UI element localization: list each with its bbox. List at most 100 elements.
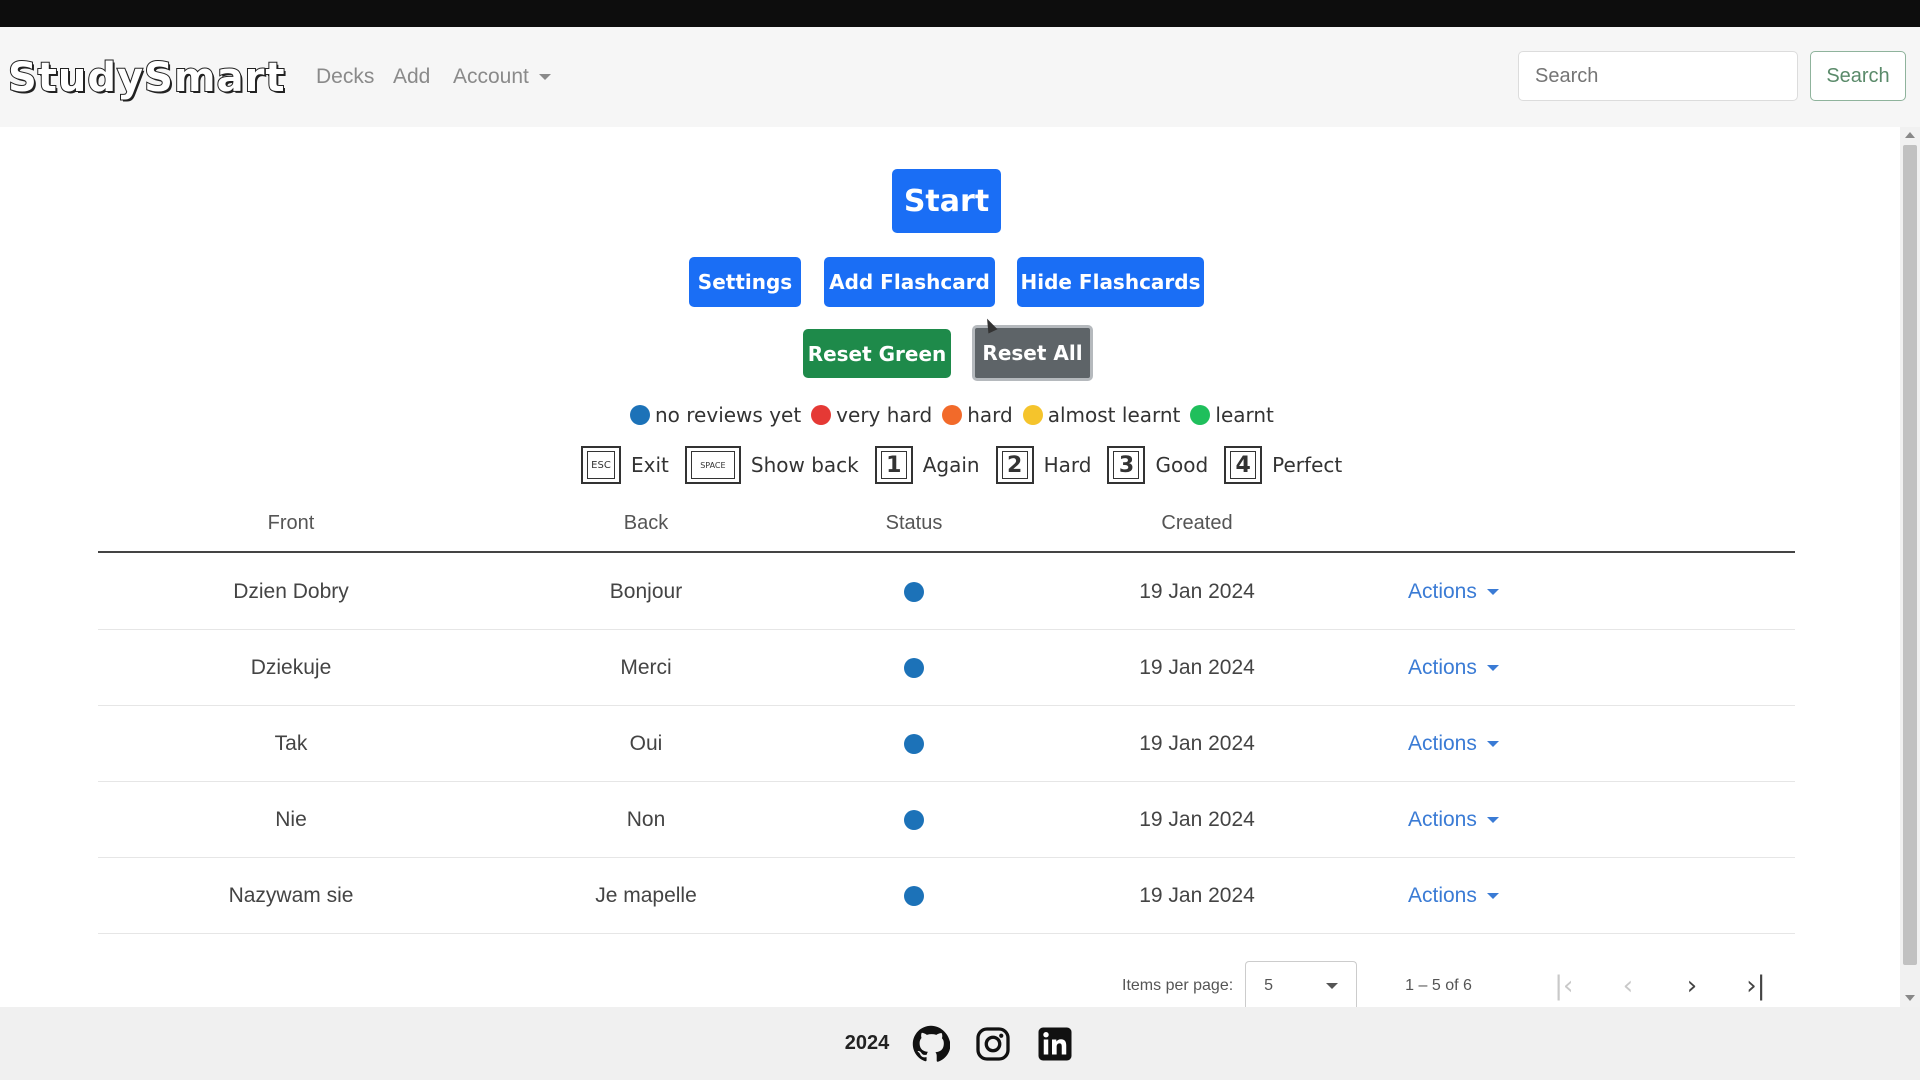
column-header-status[interactable]: Status	[886, 512, 943, 535]
cell-back: Non	[626, 808, 666, 831]
space-key-icon: SPACE	[684, 446, 741, 484]
linkedin-icon[interactable]	[1035, 1024, 1075, 1064]
actions-dropdown[interactable]: Actions	[1408, 884, 1499, 908]
table-row: Tak Oui 19 Jan 2024 Actions	[98, 706, 1795, 782]
nav-link-add[interactable]: Add	[393, 65, 430, 89]
chevron-down-icon	[538, 74, 551, 80]
key-cap-label: 2	[1001, 451, 1028, 479]
status-dot-icon	[1022, 405, 1043, 425]
table-row: Dziekuje Merci 19 Jan 2024 Actions	[98, 630, 1795, 706]
github-icon[interactable]	[911, 1024, 951, 1064]
actions-dropdown[interactable]: Actions	[1408, 580, 1499, 604]
status-dot-icon	[904, 734, 924, 754]
previous-page-icon[interactable]: ‹	[1596, 971, 1660, 1001]
search-input[interactable]	[1518, 51, 1798, 101]
start-button[interactable]: Start	[892, 169, 1001, 233]
nav-account-label: Account	[453, 65, 529, 88]
instagram-icon[interactable]	[973, 1024, 1013, 1064]
settings-button[interactable]: Settings	[689, 257, 801, 307]
hide-flashcards-button[interactable]: Hide Flashcards	[1017, 257, 1204, 307]
legend-item-very-hard: very hard	[811, 403, 932, 427]
cell-created: 19 Jan 2024	[1139, 884, 1255, 907]
shortcut-label-again: Again	[922, 453, 980, 477]
first-page-icon[interactable]: |‹	[1532, 971, 1596, 1001]
column-header-front[interactable]: Front	[268, 512, 315, 535]
nav-account-dropdown[interactable]: Account	[453, 65, 551, 89]
legend-item-almost-learnt: almost learnt	[1022, 403, 1181, 427]
cell-back: Bonjour	[609, 580, 683, 603]
cell-created: 19 Jan 2024	[1139, 580, 1255, 603]
legend-label: very hard	[836, 403, 933, 427]
nav-link-decks[interactable]: Decks	[316, 65, 374, 89]
cell-front: Nie	[275, 808, 307, 831]
chevron-down-icon	[1486, 665, 1499, 671]
column-header-back[interactable]: Back	[624, 512, 668, 535]
status-dot-icon	[904, 810, 924, 830]
status-dot-icon	[630, 405, 650, 425]
search-button[interactable]: Search	[1810, 51, 1906, 101]
chevron-down-icon	[1326, 983, 1339, 989]
table-row: Nie Non 19 Jan 2024 Actions	[98, 782, 1795, 858]
status-dot-icon	[811, 405, 832, 425]
chevron-down-icon	[1486, 741, 1499, 747]
actions-dropdown[interactable]: Actions	[1408, 656, 1499, 680]
legend-item-hard: hard	[942, 403, 1013, 427]
esc-key-icon: ESC	[581, 446, 621, 484]
cell-front: Dziekuje	[250, 656, 332, 679]
keyboard-shortcuts: ESC Exit SPACE Show back 1 Again 2 Hard …	[581, 446, 1358, 484]
cell-front: Nazywam sie	[228, 884, 354, 907]
key-cap-label: ESC	[587, 451, 615, 479]
key-3-icon: 3	[1107, 446, 1146, 484]
paginator: Items per page: 5 1 – 5 of 6 |‹ ‹ › ›|	[1122, 960, 1788, 1011]
add-flashcard-button[interactable]: Add Flashcard	[824, 257, 995, 307]
status-legend: no reviews yet very hard hard almost lea…	[630, 403, 1284, 427]
brand-logo[interactable]: StudySmart	[7, 54, 285, 102]
table-row: Dzien Dobry Bonjour 19 Jan 2024 Actions	[98, 554, 1795, 630]
column-header-created[interactable]: Created	[1161, 512, 1232, 535]
cell-back: Oui	[629, 732, 663, 755]
shortcut-label-exit: Exit	[631, 453, 669, 477]
footer-year: 2024	[844, 1032, 890, 1054]
actions-label: Actions	[1408, 732, 1477, 755]
reset-green-button[interactable]: Reset Green	[803, 329, 951, 378]
next-page-icon[interactable]: ›	[1660, 971, 1724, 1001]
key-cap-label: 4	[1230, 451, 1257, 479]
status-dot-icon	[1190, 405, 1211, 425]
chevron-down-icon	[1486, 817, 1499, 823]
items-per-page-select[interactable]: 5	[1245, 960, 1358, 1011]
footer: 2024	[0, 1007, 1920, 1080]
key-cap-label: 3	[1113, 451, 1140, 479]
scroll-up-arrow-icon[interactable]	[1905, 132, 1915, 138]
scroll-down-arrow-icon[interactable]	[1905, 995, 1915, 1001]
items-per-page-value: 5	[1264, 977, 1274, 994]
legend-label: hard	[967, 403, 1013, 427]
last-page-icon[interactable]: ›|	[1724, 971, 1788, 1001]
legend-item-no-reviews: no reviews yet	[630, 403, 801, 427]
scrollbar-thumb[interactable]	[1903, 145, 1917, 965]
table-header: Front Back Status Created	[98, 512, 1795, 553]
status-dot-icon	[904, 658, 924, 678]
status-dot-icon	[942, 405, 963, 425]
key-2-icon: 2	[995, 446, 1034, 484]
key-4-icon: 4	[1224, 446, 1263, 484]
shortcut-label-perfect: Perfect	[1272, 453, 1343, 477]
legend-label: no reviews yet	[655, 403, 802, 427]
actions-label: Actions	[1408, 884, 1477, 907]
actions-dropdown[interactable]: Actions	[1408, 808, 1499, 832]
actions-dropdown[interactable]: Actions	[1408, 732, 1499, 756]
status-dot-icon	[904, 582, 924, 602]
shortcut-label-show-back: Show back	[750, 453, 859, 477]
browser-top-bar	[0, 0, 1920, 27]
shortcut-label-good: Good	[1155, 453, 1209, 477]
legend-label: learnt	[1215, 403, 1274, 427]
cell-back: Je mapelle	[595, 884, 697, 907]
cell-front: Dzien Dobry	[233, 580, 349, 603]
key-1-icon: 1	[874, 446, 913, 484]
chevron-down-icon	[1486, 893, 1499, 899]
legend-item-learnt: learnt	[1190, 403, 1274, 427]
cell-created: 19 Jan 2024	[1139, 732, 1255, 755]
actions-label: Actions	[1408, 656, 1477, 679]
reset-all-button[interactable]: Reset All	[972, 325, 1093, 381]
legend-label: almost learnt	[1047, 403, 1181, 427]
chevron-down-icon	[1486, 589, 1499, 595]
